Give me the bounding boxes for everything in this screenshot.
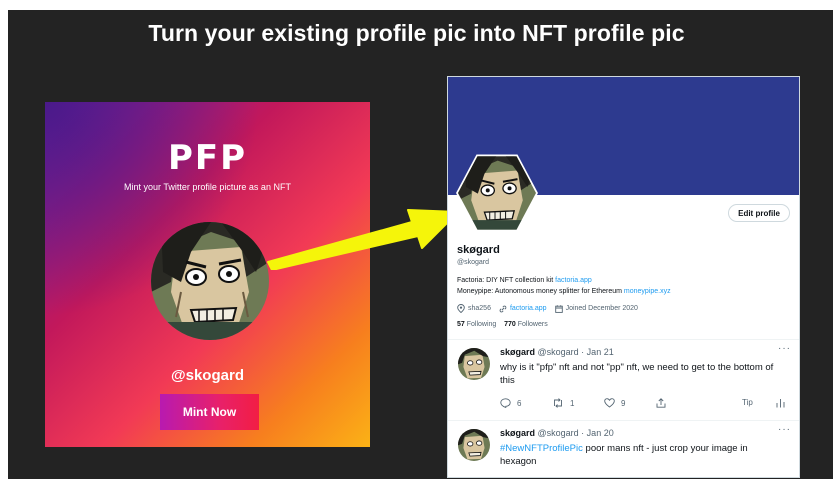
card-handle: @skogard xyxy=(171,367,244,384)
edit-profile-button[interactable]: Edit profile xyxy=(728,204,790,222)
retweet-button[interactable]: 1 xyxy=(552,398,574,408)
profile-name: skøgard xyxy=(457,244,500,256)
tweet-author: skøgard xyxy=(500,428,536,438)
tweet-text: why is it "pfp" nft and not "pp" nft, we… xyxy=(500,362,774,386)
following-count: 57 xyxy=(457,321,465,328)
followers-label: Followers xyxy=(517,321,548,328)
tweet-meta: @skogard · Jan 20 xyxy=(537,428,614,438)
twitter-profile-panel: Edit profile skøgard @skogard Factoria: … xyxy=(447,76,800,478)
profile-avatar-round xyxy=(151,222,269,340)
followers-count: 770 xyxy=(504,321,516,328)
tweet-avatar[interactable] xyxy=(458,429,490,461)
tip-label: Tip xyxy=(742,398,753,407)
tweet-avatar[interactable] xyxy=(458,348,490,380)
analytics-button[interactable] xyxy=(776,398,785,408)
hashtag-link[interactable]: #NewNFTProfilePic xyxy=(500,443,583,454)
headline: Turn your existing profile pic into NFT … xyxy=(148,20,685,46)
mint-now-button[interactable]: Mint Now xyxy=(160,394,259,430)
analytics-icon xyxy=(776,399,785,408)
tweet-item[interactable]: skøgard @skogard · Jan 21 ··· why is it … xyxy=(448,339,799,420)
profile-follow-counts: 57 Following 770 Followers xyxy=(457,321,548,328)
yellow-arrow-icon xyxy=(267,209,459,270)
app-title: PFP xyxy=(167,138,248,178)
bio-link-moneypipe[interactable]: moneypipe.xyz xyxy=(624,288,671,295)
bio-link-factoria[interactable]: factoria.app xyxy=(555,277,592,284)
like-count: 9 xyxy=(621,398,626,408)
tweet-item[interactable]: skøgard @skogard · Jan 20 ··· #NewNFTPro… xyxy=(448,420,799,477)
reply-button[interactable]: 6 xyxy=(500,398,521,408)
pfp-app-card: PFP Mint your Twitter profile picture as… xyxy=(45,102,370,447)
bio-line1-text: Factoria: DIY NFT collection kit xyxy=(457,277,556,284)
tweet-author: skøgard xyxy=(500,347,536,357)
reply-icon xyxy=(500,398,511,408)
link-icon xyxy=(499,305,507,312)
more-options-icon[interactable]: ··· xyxy=(778,424,791,435)
tweet-meta: @skogard · Jan 21 xyxy=(537,347,614,357)
retweet-icon xyxy=(554,398,562,408)
calendar-icon xyxy=(554,304,563,313)
heart-icon xyxy=(604,398,615,408)
profile-meta: sha256 factoria.app Joined December 2020 xyxy=(457,304,638,313)
followers-link[interactable]: 770 Followers xyxy=(504,321,548,328)
profile-handle: @skogard xyxy=(457,259,490,266)
share-button[interactable] xyxy=(656,398,666,408)
like-button[interactable]: 9 xyxy=(604,398,625,408)
share-icon xyxy=(656,398,666,408)
profile-joined: Joined December 2020 xyxy=(565,305,638,312)
following-link[interactable]: 57 Following xyxy=(457,321,496,328)
profile-website[interactable]: factoria.app xyxy=(510,305,547,312)
location-pin-icon xyxy=(457,304,465,313)
tweet-text: #NewNFTProfilePic poor mans nft - just c… xyxy=(500,442,785,468)
reply-count: 6 xyxy=(517,398,522,408)
following-label: Following xyxy=(466,321,497,328)
retweet-count: 1 xyxy=(570,398,575,408)
profile-location: sha256 xyxy=(468,305,491,312)
profile-bio: Factoria: DIY NFT collection kit factori… xyxy=(457,275,671,297)
bio-line2-text: Moneypipe: Autonomous money splitter for… xyxy=(457,288,624,295)
tweet-header: skøgard @skogard · Jan 20 xyxy=(500,428,614,438)
tweet-header: skøgard @skogard · Jan 21 xyxy=(500,347,614,357)
more-options-icon[interactable]: ··· xyxy=(778,343,791,354)
tip-button[interactable]: Tip xyxy=(742,398,753,407)
